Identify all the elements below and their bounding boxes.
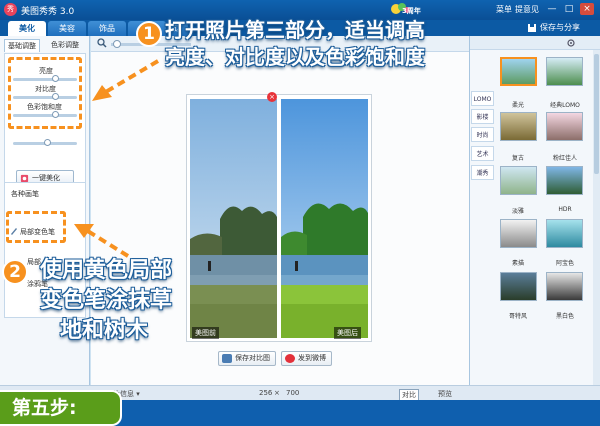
app-title: 美图秀秀 3.0 [21, 7, 75, 17]
step2-instruction-line3: 地和树木 [60, 318, 149, 343]
pen-section-title: 各种画笔 [11, 190, 39, 198]
effect-label-abao: 阿宝色 [555, 260, 574, 267]
effect-thumb-elegant[interactable] [500, 166, 537, 195]
save-share-button[interactable]: 保存与分享 [540, 22, 580, 33]
step2-instruction-line2: 变色笔涂抹草 [40, 288, 173, 313]
before-photo [190, 99, 277, 338]
app-logo-icon: 秀 [4, 3, 17, 16]
effect-thumb-black-white[interactable] [546, 272, 583, 301]
effect-label-hdr: HDR [558, 206, 572, 213]
sliders-highlight-box [8, 57, 82, 129]
tab-color-adjust[interactable]: 色彩调整 [48, 39, 82, 52]
zoom-knob[interactable] [113, 40, 121, 48]
effect-thumb-classic-lomo[interactable] [546, 57, 583, 86]
category-lomo[interactable]: LOMO [471, 91, 494, 106]
effect-label-elegant: 淡雅 [511, 208, 524, 215]
tab-basic-adjust[interactable]: 基础调整 [4, 39, 40, 52]
save-compare-button[interactable]: 保存对比图 [218, 351, 276, 366]
step1-arrow-icon [92, 59, 160, 101]
step2-number-badge: 2 [2, 259, 28, 285]
effect-thumb-abao[interactable] [546, 219, 583, 248]
effect-thumb-soft-light[interactable] [500, 57, 537, 86]
effect-label-soft-light: 柔光 [511, 102, 524, 109]
effect-label-classic-lomo: 经典LOMO [550, 102, 580, 109]
maximize-button[interactable]: □ [562, 3, 576, 15]
effect-thumb-pink-lady[interactable] [546, 112, 583, 141]
sharpness-knob[interactable] [44, 139, 51, 146]
one-key-beautify-label: 一键美化 [32, 174, 60, 182]
before-label: 美图前 [192, 327, 219, 339]
effect-thumb-hdr[interactable] [546, 166, 583, 195]
post-weibo-label: 发到微博 [298, 354, 326, 362]
feedback-button[interactable]: 提意见 [515, 4, 539, 15]
tab-beautify[interactable]: 美化 [8, 21, 46, 36]
effect-label-pink-lady: 粉红佳人 [552, 155, 577, 162]
after-photo [281, 99, 368, 338]
menu-button[interactable]: 菜单 [496, 4, 512, 15]
anniversary-label: 3周年 [402, 7, 421, 15]
weibo-icon [285, 354, 295, 363]
preview-toggle[interactable]: 预览 [438, 389, 452, 399]
minimize-button[interactable]: — [545, 3, 559, 15]
compare-photo-frame: 美图前 美图后 × [186, 92, 372, 342]
effects-panel-header [470, 36, 600, 50]
category-trendy[interactable]: 潮秀 [471, 165, 494, 180]
gear-icon[interactable] [567, 39, 575, 47]
step1-instruction-line1: 打开照片第三部分，适当调高 [165, 18, 425, 42]
effect-label-retro: 复古 [511, 155, 524, 162]
step-badge: 第五步: [0, 390, 122, 426]
pen-highlight-box [6, 211, 66, 243]
effect-thumb-sketch[interactable] [500, 219, 537, 248]
close-button[interactable]: × [580, 3, 594, 15]
effect-thumb-gothic[interactable] [500, 272, 537, 301]
after-label: 美图后 [334, 327, 361, 339]
effect-thumb-retro[interactable] [500, 112, 537, 141]
effects-scrollbar[interactable] [593, 50, 600, 385]
step1-number-badge: 1 [136, 21, 162, 47]
tab-accessories[interactable]: 饰品 [88, 21, 126, 36]
category-studio[interactable]: 影楼 [471, 109, 494, 124]
effects-scrollbar-thumb[interactable] [594, 54, 599, 174]
size-separator: × [274, 389, 280, 397]
post-weibo-button[interactable]: 发到微博 [281, 351, 332, 366]
close-compare-icon[interactable]: × [267, 92, 277, 102]
save-compare-label: 保存对比图 [235, 354, 270, 362]
effect-label-black-white: 黑白色 [555, 313, 574, 320]
effect-label-sketch: 素描 [511, 260, 524, 267]
zoom-icon[interactable] [97, 38, 107, 48]
save-compare-icon [222, 354, 232, 363]
step1-instruction-line2: 亮度、对比度以及色彩饱和度 [165, 45, 425, 69]
image-width: 256 [259, 389, 273, 397]
tab-beauty[interactable]: 美容 [48, 21, 86, 36]
save-icon [528, 24, 536, 32]
image-height: 700 [286, 389, 300, 397]
category-art[interactable]: 艺术 [471, 146, 494, 161]
category-fashion[interactable]: 时尚 [471, 127, 494, 142]
step2-instruction-line1: 使用黄色局部 [40, 258, 173, 283]
effects-panel: LOMO 影楼 时尚 艺术 潮秀 柔光 经典LOMO 复古 粉红佳人 淡雅 HD… [469, 36, 600, 385]
effect-label-gothic: 哥特风 [508, 313, 527, 320]
